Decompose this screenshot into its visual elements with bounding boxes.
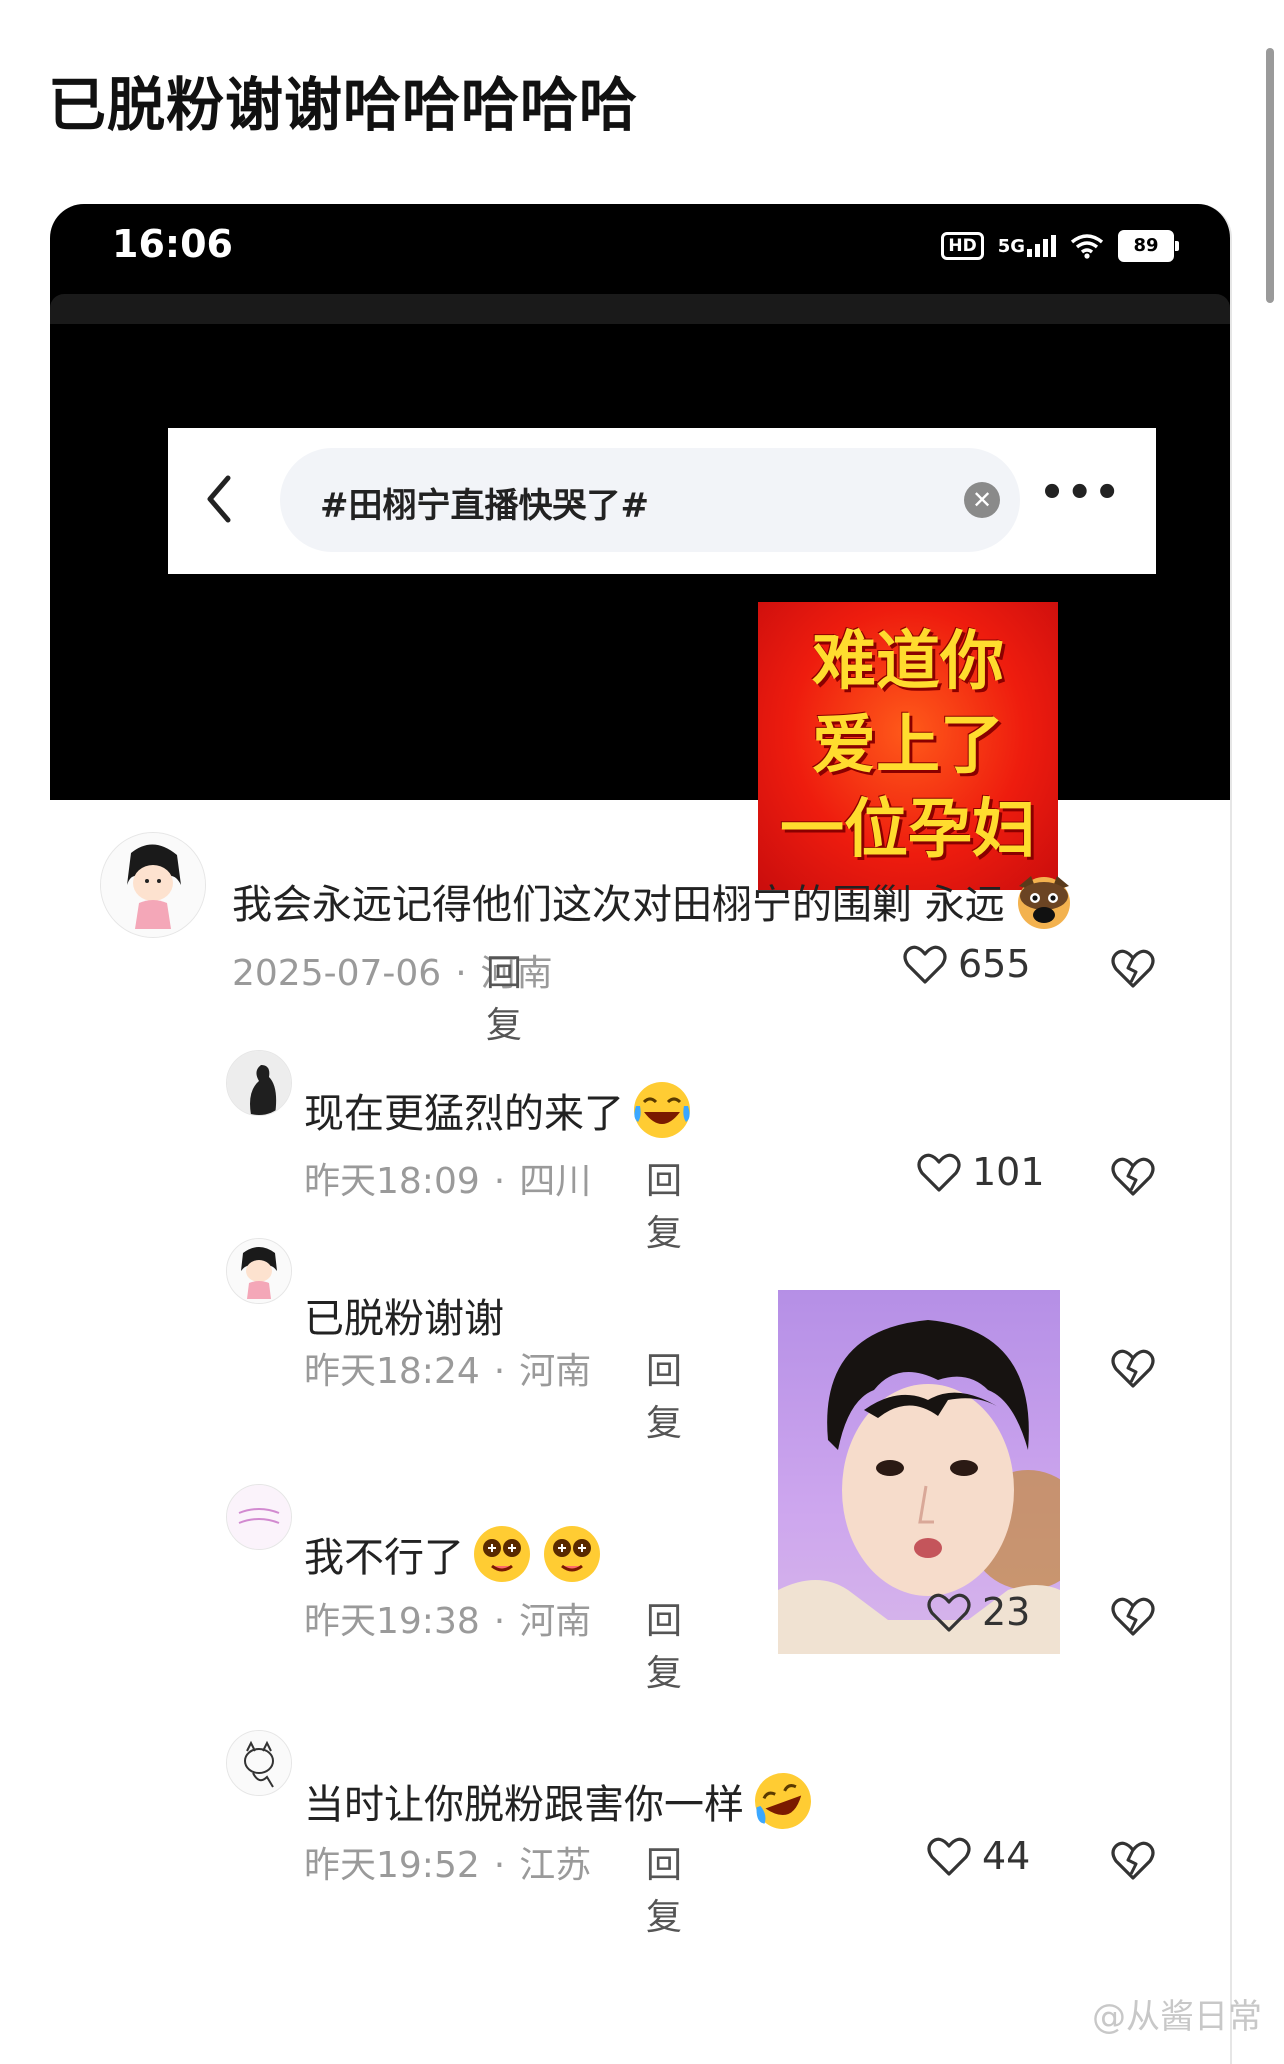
status-bar: 16:06 HD 5G 89 bbox=[50, 204, 1230, 294]
meta-separator: · bbox=[493, 1601, 506, 1642]
dog-emoji-icon bbox=[1017, 876, 1070, 929]
like-button[interactable]: 655 bbox=[902, 942, 1031, 986]
like-count: 23 bbox=[982, 1590, 1031, 1634]
battery-icon: 89 bbox=[1118, 230, 1179, 262]
comment-date: 昨天18:24 bbox=[304, 1351, 480, 1392]
sticker-line: 一位孕妇 bbox=[780, 793, 1036, 867]
reply-button[interactable]: 回复 bbox=[646, 1152, 682, 1256]
dizzy-emoji-icon bbox=[474, 1526, 530, 1582]
clear-icon[interactable]: ✕ bbox=[964, 482, 1000, 518]
avatar[interactable] bbox=[226, 1050, 292, 1116]
reply-button[interactable]: 回复 bbox=[646, 1592, 682, 1696]
rofl-emoji-icon bbox=[755, 1773, 811, 1829]
heart-icon bbox=[927, 1593, 971, 1632]
status-time: 16:06 bbox=[112, 222, 233, 266]
signal-icon: 5G bbox=[998, 235, 1056, 257]
sticker-line: 难道你 bbox=[812, 625, 1004, 699]
search-input[interactable]: #田栩宁直播快哭了# ✕ bbox=[280, 448, 1020, 552]
meta-separator: · bbox=[455, 953, 467, 994]
comment-text: 现在更猛烈的来了 bbox=[304, 1091, 624, 1137]
comment-text: 我会永远记得他们这次对田栩宁的围剿 永远 bbox=[232, 882, 1005, 928]
avatar[interactable] bbox=[226, 1484, 292, 1550]
avatar[interactable] bbox=[226, 1730, 292, 1796]
comment-location: 四川 bbox=[519, 1161, 592, 1202]
post-title: 已脱粉谢谢哈哈哈哈哈 bbox=[48, 71, 639, 139]
comment-location: 河南 bbox=[519, 1601, 592, 1642]
comment-location: 江苏 bbox=[519, 1845, 592, 1886]
heart-icon bbox=[917, 1153, 961, 1192]
comment-date: 昨天18:09 bbox=[304, 1161, 480, 1202]
comment-date: 昨天19:38 bbox=[304, 1601, 480, 1642]
comment-text: 当时让你脱粉跟害你一样 bbox=[304, 1782, 744, 1828]
search-query: #田栩宁直播快哭了# bbox=[320, 486, 649, 526]
comment-text: 我不行了 bbox=[304, 1535, 464, 1581]
dislike-icon[interactable] bbox=[1110, 1346, 1156, 1390]
like-count: 655 bbox=[958, 942, 1031, 986]
laugh-cry-emoji-icon bbox=[634, 1082, 690, 1138]
dislike-icon[interactable] bbox=[1110, 1154, 1156, 1198]
back-icon[interactable] bbox=[198, 464, 238, 534]
avatar[interactable] bbox=[100, 832, 206, 938]
watermark: @从酱日常 bbox=[1092, 1997, 1262, 2037]
dislike-icon[interactable] bbox=[1110, 1594, 1156, 1638]
dislike-icon[interactable] bbox=[1110, 1838, 1156, 1882]
comment-text: 已脱粉谢谢 bbox=[304, 1296, 504, 1342]
reply-button[interactable]: 回复 bbox=[646, 1342, 682, 1446]
meta-separator: · bbox=[493, 1351, 506, 1392]
heart-icon bbox=[903, 945, 947, 984]
sticker-line: 爱上了 bbox=[812, 709, 1004, 783]
network-type: 5G bbox=[997, 236, 1025, 257]
phone-screenshot: 16:06 HD 5G 89 #田栩宁直播快哭了# ✕ ••• 难道你 爱上了 … bbox=[50, 204, 1232, 2064]
hd-icon: HD bbox=[941, 232, 984, 260]
comment-date: 2025-07-06 bbox=[232, 953, 442, 994]
like-button[interactable]: 23 bbox=[926, 1590, 1030, 1634]
status-icons: HD 5G 89 bbox=[941, 230, 1179, 262]
wifi-icon bbox=[1070, 234, 1104, 259]
dislike-icon[interactable] bbox=[1110, 946, 1156, 990]
reply-button[interactable]: 回复 bbox=[486, 944, 522, 1048]
meta-separator: · bbox=[493, 1161, 506, 1202]
reply-button[interactable]: 回复 bbox=[646, 1836, 682, 1940]
dizzy-emoji-icon bbox=[544, 1526, 600, 1582]
like-button[interactable]: 44 bbox=[926, 1834, 1030, 1878]
heart-icon bbox=[927, 1837, 971, 1876]
more-icon[interactable]: ••• bbox=[1039, 470, 1122, 516]
comment-location: 河南 bbox=[519, 1351, 592, 1392]
scrollbar[interactable] bbox=[1266, 48, 1274, 303]
like-count: 101 bbox=[972, 1150, 1045, 1194]
like-count: 44 bbox=[982, 1834, 1031, 1878]
comment-date: 昨天19:52 bbox=[304, 1845, 480, 1886]
avatar[interactable] bbox=[226, 1238, 292, 1304]
like-button[interactable]: 101 bbox=[916, 1150, 1045, 1194]
meta-separator: · bbox=[493, 1845, 506, 1886]
meme-sticker: 难道你 爱上了 一位孕妇 bbox=[758, 602, 1058, 890]
header-band bbox=[50, 294, 1230, 324]
search-bar: #田栩宁直播快哭了# ✕ ••• bbox=[168, 428, 1156, 574]
